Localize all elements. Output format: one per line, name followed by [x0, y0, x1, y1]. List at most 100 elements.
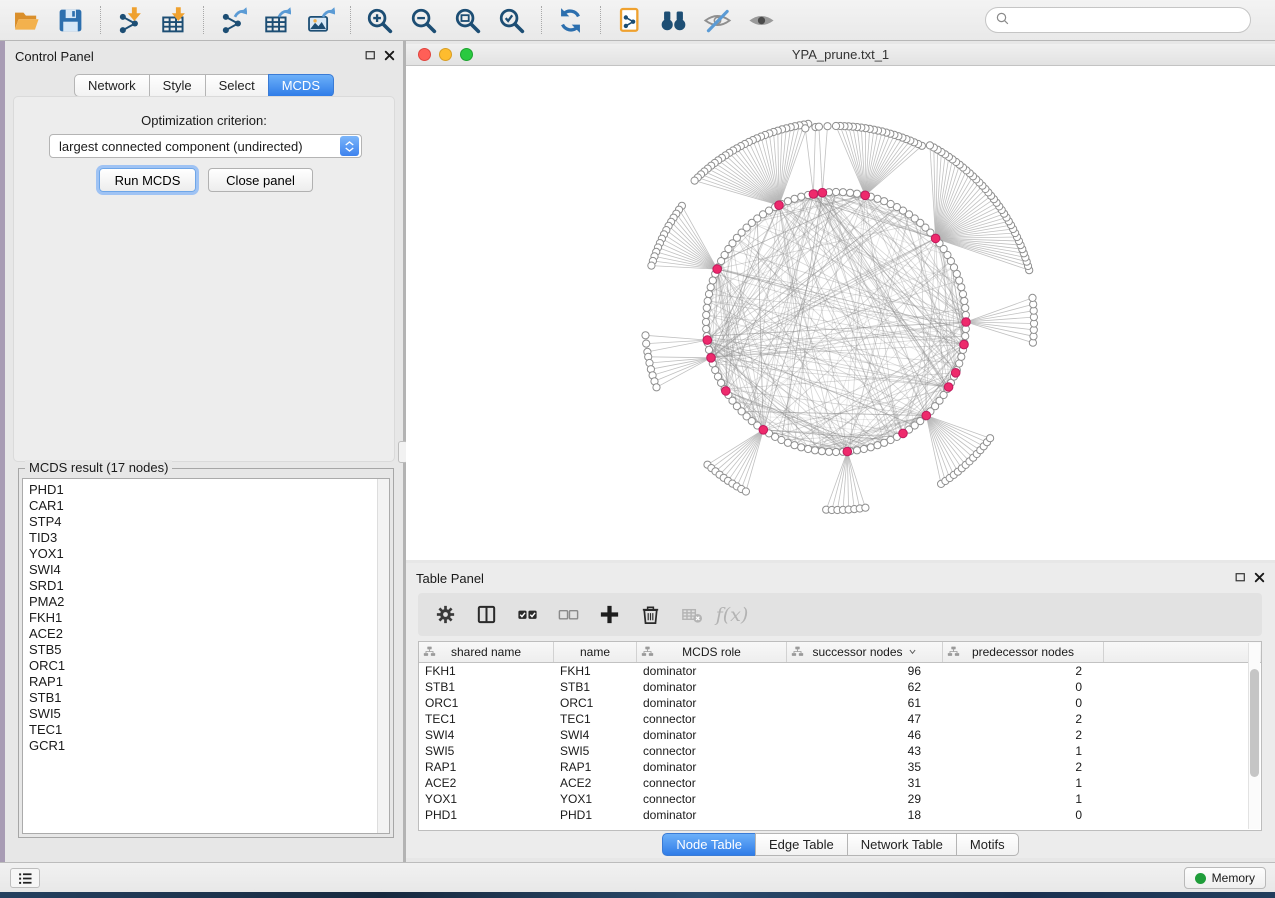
tab-motifs[interactable]: Motifs: [956, 833, 1019, 856]
export-table-button[interactable]: [258, 3, 294, 37]
mcds-result-items: PHD1CAR1STP4TID3YOX1SWI4SRD1PMA2FKH1ACE2…: [29, 482, 373, 833]
float-window-icon[interactable]: [363, 49, 377, 62]
result-node[interactable]: STB5: [29, 642, 373, 658]
save-session-button[interactable]: [52, 3, 88, 37]
zoom-out-button[interactable]: [405, 3, 441, 37]
zoom-fit-button[interactable]: [449, 3, 485, 37]
result-node[interactable]: TEC1: [29, 722, 373, 738]
cell-name: ACE2: [554, 776, 637, 790]
table-row[interactable]: SWI4SWI4dominator462: [419, 727, 1261, 743]
criterion-select[interactable]: largest connected component (undirected): [49, 134, 362, 158]
result-node[interactable]: FKH1: [29, 610, 373, 626]
table-row[interactable]: YOX1YOX1connector291: [419, 791, 1261, 807]
cell-mcds_role: dominator: [637, 680, 787, 694]
table-row[interactable]: STB1STB1dominator620: [419, 679, 1261, 695]
table-scrollbar[interactable]: [1248, 643, 1260, 829]
column-header-MCDS-role[interactable]: MCDS role: [637, 642, 787, 662]
result-node[interactable]: PHD1: [29, 482, 373, 498]
table-row[interactable]: SWI5SWI5connector431: [419, 743, 1261, 759]
tab-select[interactable]: Select: [205, 74, 269, 97]
table-columns-button[interactable]: [473, 602, 499, 628]
network-from-selection-button[interactable]: [611, 3, 647, 37]
table-row[interactable]: TEC1TEC1connector472: [419, 711, 1261, 727]
show-all-button[interactable]: [743, 3, 779, 37]
cell-name: FKH1: [554, 664, 637, 678]
result-node[interactable]: GCR1: [29, 738, 373, 754]
tab-network[interactable]: Network: [74, 74, 150, 97]
delete-column-button[interactable]: [637, 602, 663, 628]
float-table-icon[interactable]: [1233, 571, 1247, 584]
fx-label: f(x): [716, 604, 749, 626]
network-canvas[interactable]: [406, 66, 1275, 560]
column-type-icon: [423, 645, 436, 661]
network-graph: [406, 66, 1275, 560]
cell-successor_nodes: 29: [787, 792, 943, 806]
result-node[interactable]: SRD1: [29, 578, 373, 594]
result-node[interactable]: STP4: [29, 514, 373, 530]
apply-layout-button[interactable]: [552, 3, 588, 37]
result-node[interactable]: ACE2: [29, 626, 373, 642]
table-scrollbar-thumb[interactable]: [1250, 669, 1259, 777]
desktop-wallpaper: [0, 892, 1275, 898]
export-network-button[interactable]: [214, 3, 250, 37]
import-table-button[interactable]: [155, 3, 191, 37]
result-node[interactable]: SWI4: [29, 562, 373, 578]
network-window-titlebar[interactable]: YPA_prune.txt_1: [406, 44, 1275, 66]
mcds-result-list[interactable]: PHD1CAR1STP4TID3YOX1SWI4SRD1PMA2FKH1ACE2…: [22, 478, 390, 834]
gear-button[interactable]: [432, 602, 458, 628]
hide-selected-button[interactable]: [699, 3, 735, 37]
column-header-shared-name[interactable]: shared name: [419, 642, 554, 662]
run-mcds-button[interactable]: Run MCDS: [99, 168, 196, 192]
result-node[interactable]: SWI5: [29, 706, 373, 722]
result-node[interactable]: CAR1: [29, 498, 373, 514]
tab-style[interactable]: Style: [149, 74, 206, 97]
column-header-predecessor-nodes[interactable]: predecessor nodes: [943, 642, 1104, 662]
result-scrollbar[interactable]: [377, 479, 389, 833]
table-row[interactable]: PHD1PHD1dominator180: [419, 807, 1261, 823]
tab-mcds[interactable]: MCDS: [268, 74, 334, 97]
cell-name: TEC1: [554, 712, 637, 726]
column-header-name[interactable]: name: [554, 642, 637, 662]
binoculars-button[interactable]: [655, 3, 691, 37]
zoom-in-button[interactable]: [361, 3, 397, 37]
table-row[interactable]: RAP1RAP1dominator352: [419, 759, 1261, 775]
cell-successor_nodes: 96: [787, 664, 943, 678]
search-input[interactable]: [1012, 10, 1250, 30]
cell-shared_name: FKH1: [419, 664, 554, 678]
result-node[interactable]: TID3: [29, 530, 373, 546]
table-row[interactable]: ORC1ORC1dominator610: [419, 695, 1261, 711]
node-table[interactable]: shared namenameMCDS role successor nodes p…: [418, 641, 1262, 831]
open-file-button[interactable]: [8, 3, 44, 37]
result-node[interactable]: RAP1: [29, 674, 373, 690]
result-node[interactable]: PMA2: [29, 594, 373, 610]
cell-predecessor_nodes: 2: [943, 760, 1104, 774]
select-all-button[interactable]: [514, 602, 540, 628]
tab-node-table[interactable]: Node Table: [662, 833, 756, 856]
close-table-icon[interactable]: [1252, 571, 1266, 584]
tab-edge-table[interactable]: Edge Table: [755, 833, 848, 856]
task-history-button[interactable]: [10, 868, 40, 888]
column-label: successor nodes: [812, 645, 902, 659]
cell-predecessor_nodes: 1: [943, 792, 1104, 806]
memory-button[interactable]: Memory: [1184, 867, 1266, 889]
column-header-successor-nodes[interactable]: successor nodes: [787, 642, 943, 662]
result-node[interactable]: ORC1: [29, 658, 373, 674]
tab-network-table[interactable]: Network Table: [847, 833, 957, 856]
column-label: predecessor nodes: [972, 645, 1074, 659]
cell-name: PHD1: [554, 808, 637, 822]
result-node[interactable]: STB1: [29, 690, 373, 706]
create-column-button[interactable]: [596, 602, 622, 628]
search-field[interactable]: [985, 7, 1251, 33]
import-network-button[interactable]: [111, 3, 147, 37]
result-node[interactable]: YOX1: [29, 546, 373, 562]
zoom-selected-button[interactable]: [493, 3, 529, 37]
export-image-button[interactable]: [302, 3, 338, 37]
table-row[interactable]: ACE2ACE2connector311: [419, 775, 1261, 791]
close-panel-icon[interactable]: [382, 49, 396, 62]
table-row[interactable]: FKH1FKH1dominator962: [419, 663, 1261, 679]
deselect-all-button[interactable]: [555, 602, 581, 628]
cell-successor_nodes: 46: [787, 728, 943, 742]
cell-mcds_role: dominator: [637, 760, 787, 774]
close-panel-button[interactable]: Close panel: [208, 168, 313, 192]
table-panel: Table Panel f(x) shared namenameMCDS rol…: [406, 563, 1275, 858]
